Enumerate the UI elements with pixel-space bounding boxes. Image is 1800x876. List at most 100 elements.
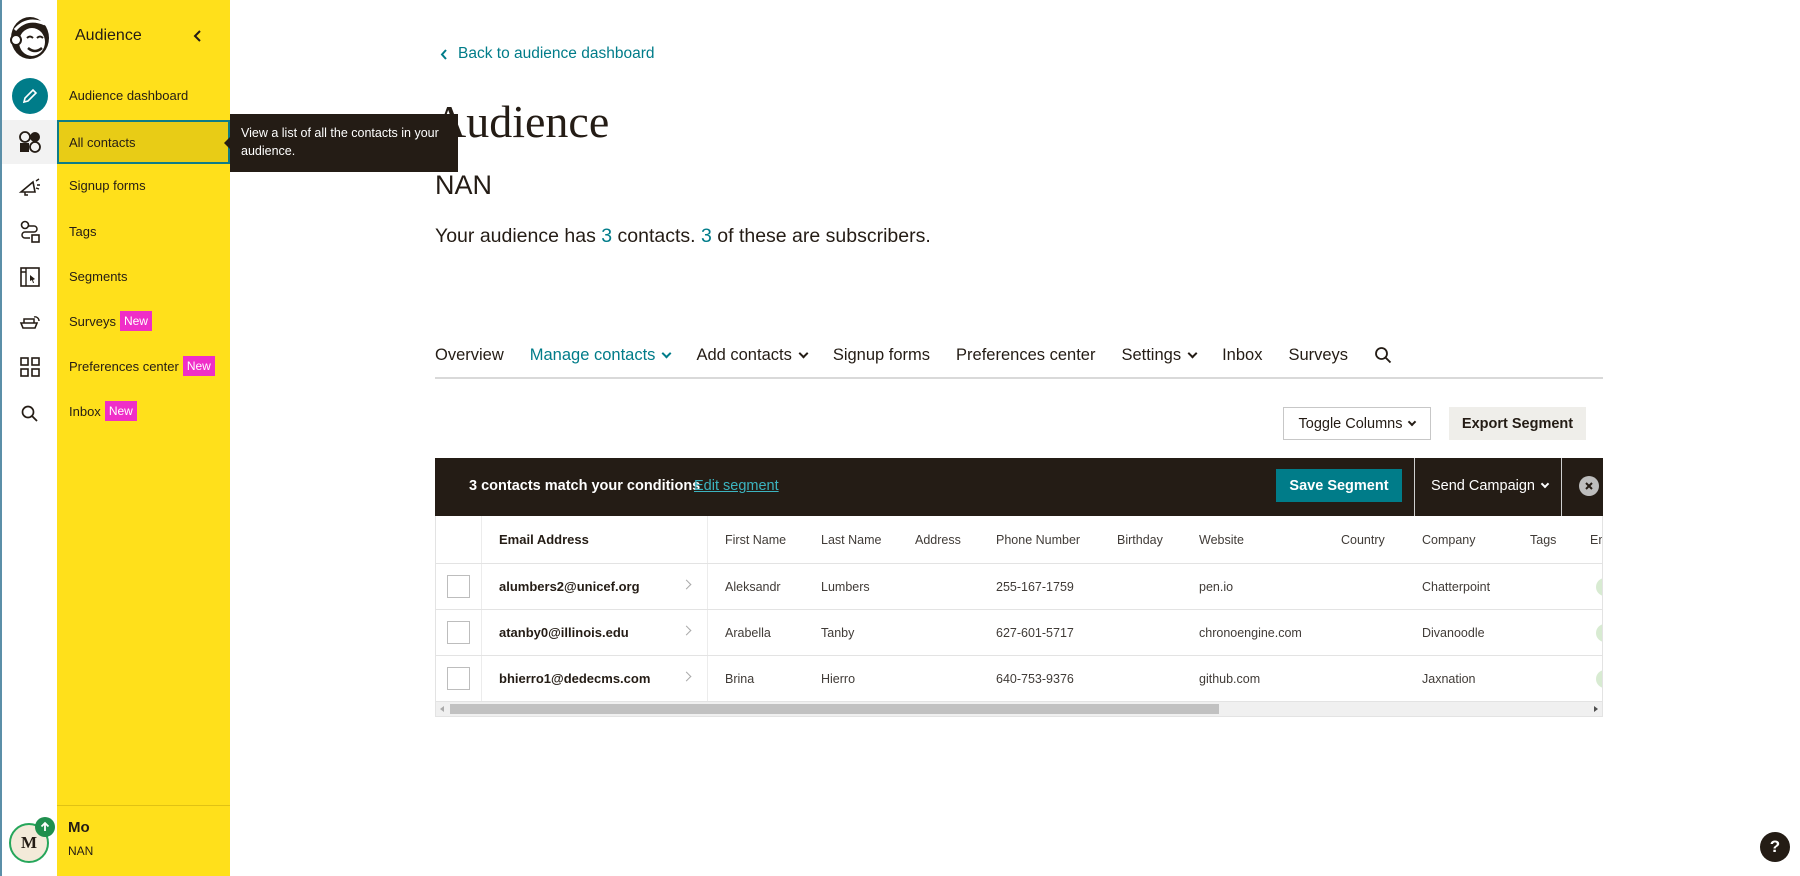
account-footer[interactable]: Mo NAN: [57, 805, 230, 876]
chevron-right-icon[interactable]: [681, 625, 692, 636]
nav-item-all-contacts[interactable]: All contacts: [57, 120, 230, 164]
tab-add-contacts[interactable]: Add contacts: [696, 342, 809, 368]
edit-segment-link[interactable]: Edit segment: [694, 478, 779, 494]
column-header-address[interactable]: Address: [915, 516, 961, 563]
nav-item-preferences-center[interactable]: Preferences center New: [57, 344, 230, 388]
create-button[interactable]: [12, 78, 48, 114]
chevron-down-icon: [661, 348, 672, 358]
new-badge: New: [104, 401, 137, 421]
scrollbar-thumb[interactable]: [450, 704, 1219, 714]
audience-icon[interactable]: [2, 120, 57, 164]
content-studio-icon[interactable]: [2, 300, 57, 344]
subscribed-status-badge: [1596, 578, 1602, 596]
back-to-dashboard-link[interactable]: Back to audience dashboard: [440, 45, 654, 63]
tab-preferences-center[interactable]: Preferences center: [956, 342, 1095, 368]
chevron-right-icon[interactable]: [681, 579, 692, 590]
contacts-table: Email Address First Name Last Name Addre…: [435, 516, 1603, 717]
column-header-country[interactable]: Country: [1341, 516, 1385, 563]
cell-last-name: Lumbers: [821, 579, 870, 594]
scroll-right-arrow-icon[interactable]: [1594, 706, 1598, 712]
mailchimp-logo-icon[interactable]: [7, 12, 53, 62]
row-checkbox[interactable]: [447, 621, 470, 644]
cell-phone: 640-753-9376: [996, 671, 1074, 686]
tab-search-button[interactable]: [1374, 342, 1392, 368]
column-header-last-name[interactable]: Last Name: [821, 516, 881, 563]
subscribed-status-badge: [1596, 670, 1602, 688]
search-icon[interactable]: [2, 392, 57, 436]
cell-first-name: Arabella: [725, 625, 771, 640]
nav-item-surveys[interactable]: Surveys New: [57, 299, 230, 343]
nav-item-segments[interactable]: Segments: [57, 254, 230, 298]
column-header-tags[interactable]: Tags: [1530, 516, 1556, 563]
row-checkbox[interactable]: [447, 575, 470, 598]
tab-signup-forms[interactable]: Signup forms: [833, 342, 930, 368]
nav-item-tags[interactable]: Tags: [57, 209, 230, 253]
close-icon: [1585, 482, 1593, 490]
column-header-email[interactable]: Email Address: [499, 516, 589, 563]
nav-item-signup-forms[interactable]: Signup forms: [57, 163, 230, 207]
divider: [1414, 458, 1415, 516]
table-row[interactable]: bhierro1@dedecms.com Brina Hierro 640-75…: [436, 656, 1602, 702]
new-badge: New: [119, 311, 152, 331]
table-header: Email Address First Name Last Name Addre…: [436, 516, 1602, 564]
website-icon[interactable]: [2, 255, 57, 299]
table-row[interactable]: alumbers2@unicef.org Aleksandr Lumbers 2…: [436, 564, 1602, 610]
divider: [1561, 458, 1562, 516]
subscribed-status-badge: [1596, 624, 1602, 642]
tab-overview[interactable]: Overview: [435, 342, 504, 368]
upgrade-arrow-icon[interactable]: [35, 817, 55, 837]
cell-email[interactable]: atanby0@illinois.edu: [499, 610, 629, 655]
audience-name: NAN: [435, 170, 493, 200]
column-header-phone[interactable]: Phone Number: [996, 516, 1080, 563]
row-checkbox[interactable]: [447, 667, 470, 690]
chevron-down-icon: [1540, 479, 1550, 489]
column-header-first-name[interactable]: First Name: [725, 516, 786, 563]
toggle-columns-button[interactable]: Toggle Columns: [1283, 407, 1431, 440]
cell-website: pen.io: [1199, 579, 1234, 594]
nav-title: Audience: [75, 27, 142, 44]
segment-match-message: 3 contacts match your conditions: [469, 478, 701, 494]
collapse-nav-button[interactable]: [188, 26, 208, 46]
close-segment-button[interactable]: [1579, 476, 1599, 496]
chevron-down-icon: [1187, 348, 1198, 358]
chevron-down-icon: [1408, 417, 1417, 426]
automations-icon[interactable]: [2, 210, 57, 254]
table-row[interactable]: atanby0@illinois.edu Arabella Tanby 627-…: [436, 610, 1602, 656]
cell-phone: 627-601-5717: [996, 625, 1074, 640]
column-header-email-marketing[interactable]: Em: [1590, 516, 1602, 563]
tab-manage-contacts[interactable]: Manage contacts: [530, 342, 672, 368]
cell-company: Divanoodle: [1422, 625, 1485, 640]
tab-surveys[interactable]: Surveys: [1288, 342, 1348, 368]
cell-last-name: Tanby: [821, 625, 855, 640]
cell-first-name: Brina: [725, 671, 755, 686]
contact-count: 3: [601, 225, 613, 247]
subscriber-count: 3: [700, 225, 712, 247]
nav-item-audience-dashboard[interactable]: Audience dashboard: [57, 73, 230, 117]
tab-settings[interactable]: Settings: [1121, 342, 1198, 368]
column-header-website[interactable]: Website: [1199, 516, 1244, 563]
cell-email[interactable]: bhierro1@dedecms.com: [499, 656, 650, 701]
campaigns-megaphone-icon[interactable]: [2, 165, 57, 209]
help-button[interactable]: ?: [1760, 832, 1790, 862]
save-segment-button[interactable]: Save Segment: [1276, 469, 1402, 502]
integrations-grid-icon[interactable]: [2, 345, 57, 389]
tab-inbox[interactable]: Inbox: [1222, 342, 1262, 368]
cell-website: github.com: [1199, 671, 1261, 686]
column-header-company[interactable]: Company: [1422, 516, 1476, 563]
cell-phone: 255-167-1759: [996, 579, 1074, 594]
column-header-birthday[interactable]: Birthday: [1117, 516, 1163, 563]
send-campaign-button[interactable]: Send Campaign: [1431, 478, 1550, 494]
icon-rail: M: [0, 0, 57, 876]
nav-item-inbox[interactable]: Inbox New: [57, 389, 230, 433]
audience-tabs: Overview Manage contacts Add contacts Si…: [435, 342, 1603, 379]
export-segment-button[interactable]: Export Segment: [1449, 407, 1586, 440]
cell-company: Jaxnation: [1422, 671, 1476, 686]
chevron-right-icon[interactable]: [681, 671, 692, 682]
cell-website: chronoengine.com: [1199, 625, 1302, 640]
segment-bar: 3 contacts match your conditions Edit se…: [435, 458, 1603, 516]
scroll-left-arrow-icon[interactable]: [440, 706, 444, 712]
cell-email[interactable]: alumbers2@unicef.org: [499, 564, 640, 609]
chevron-left-icon: [193, 30, 201, 42]
account-name: NAN: [68, 844, 94, 858]
horizontal-scrollbar[interactable]: [436, 702, 1602, 716]
